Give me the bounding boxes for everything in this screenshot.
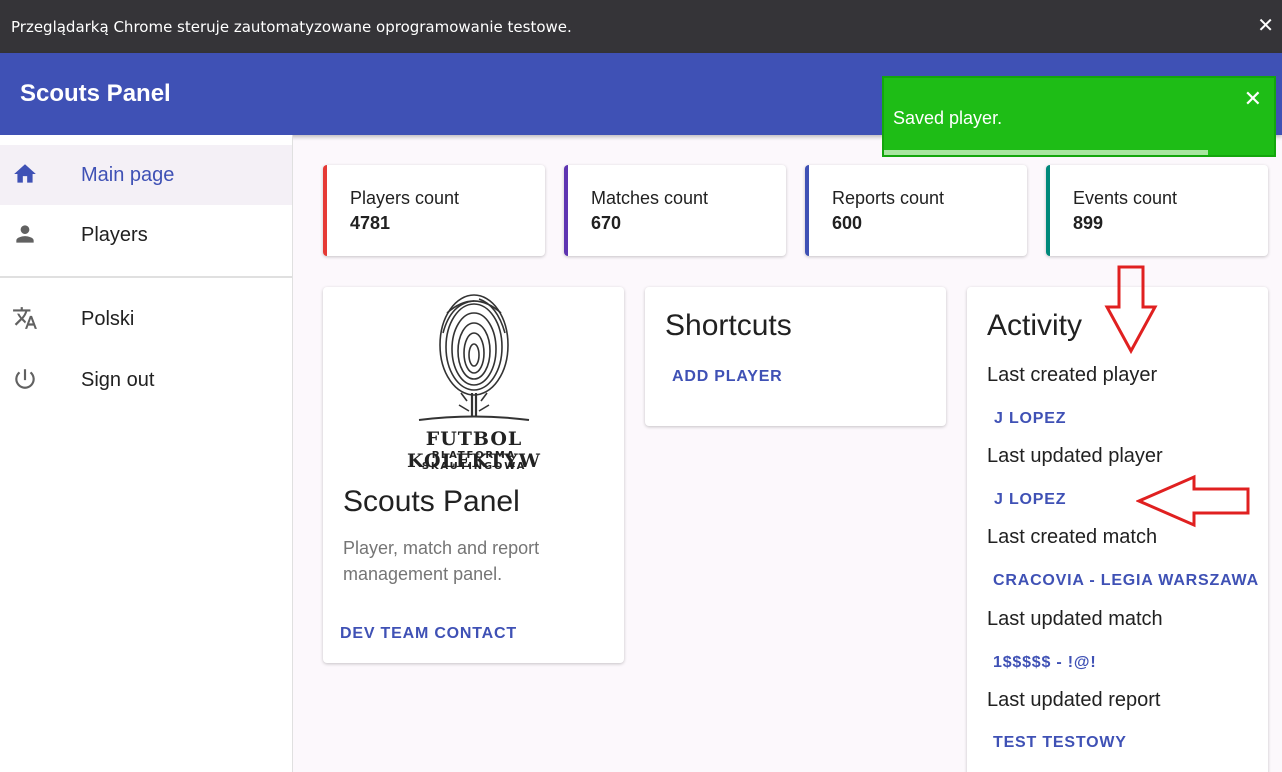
- sidebar-item-label: Polski: [81, 307, 135, 330]
- sidebar-item-label: Players: [81, 223, 148, 246]
- last-created-match-label: Last created match: [987, 526, 1158, 548]
- left-arrow-annotation-icon: [1136, 474, 1250, 528]
- last-updated-match-label: Last updated match: [987, 608, 1163, 630]
- stat-value: 4781: [350, 213, 391, 233]
- stat-value: 670: [591, 213, 622, 233]
- about-card: FUTBOL KOLEKTYW PLATFORMA SKAUTINGOWA Sc…: [323, 287, 624, 663]
- sidebar-divider: [0, 276, 292, 278]
- stat-label: Players count: [350, 188, 460, 208]
- translate-icon: [12, 305, 38, 331]
- stat-card-players: Players count 4781: [323, 165, 545, 256]
- sidebar-item-language[interactable]: Polski: [0, 289, 292, 349]
- last-updated-report-label: Last updated report: [987, 689, 1161, 711]
- saved-player-toast: Saved player. ✕: [882, 76, 1276, 157]
- app-title: Scouts Panel: [20, 80, 171, 107]
- automation-infobar: Przeglądarką Chrome steruje zautomatyzow…: [0, 0, 1282, 53]
- down-arrow-annotation-icon: [1104, 265, 1158, 355]
- activity-title: Activity: [987, 309, 1083, 342]
- stat-card-matches: Matches count 670: [564, 165, 786, 256]
- infobar-message: Przeglądarką Chrome steruje zautomatyzow…: [11, 17, 572, 36]
- stat-value: 899: [1073, 213, 1104, 233]
- stat-label: Reports count: [832, 188, 945, 208]
- stat-value: 600: [832, 213, 863, 233]
- infobar-close-icon[interactable]: ✕: [1257, 13, 1274, 37]
- last-updated-player-label: Last updated player: [987, 445, 1163, 467]
- shortcuts-card: Shortcuts ADD PLAYER: [645, 287, 946, 426]
- add-player-button[interactable]: ADD PLAYER: [672, 368, 783, 386]
- toast-progress-bar: [884, 150, 1208, 155]
- sidebar-item-sign-out[interactable]: Sign out: [0, 350, 292, 410]
- about-title: Scouts Panel: [343, 485, 520, 518]
- stat-label: Matches count: [591, 188, 709, 208]
- last-created-match-link[interactable]: CRACOVIA - LEGIA WARSZAWA: [993, 572, 1259, 590]
- dev-team-contact-button[interactable]: DEV TEAM CONTACT: [340, 625, 517, 643]
- sidebar-item-label: Main page: [81, 163, 175, 186]
- futbol-kolektyw-logo: FUTBOL KOLEKTYW PLATFORMA SKAUTINGOWA: [379, 293, 569, 472]
- sidebar-item-players[interactable]: Players: [0, 205, 292, 265]
- last-created-player-label: Last created player: [987, 364, 1158, 386]
- activity-card: Activity Last created player J LOPEZ Las…: [967, 287, 1268, 772]
- last-updated-report-link[interactable]: TEST TESTOWY: [993, 734, 1127, 752]
- about-description: Player, match and report management pane…: [343, 538, 540, 584]
- shortcuts-title: Shortcuts: [665, 309, 792, 342]
- last-updated-match-link[interactable]: 1$$$$$ - !@!: [993, 654, 1096, 672]
- fingerprint-tree-icon: [418, 294, 530, 421]
- home-icon: [12, 161, 38, 187]
- sidebar-item-label: Sign out: [81, 368, 155, 391]
- sidebar-item-main-page[interactable]: Main page: [0, 145, 292, 205]
- last-created-player-link[interactable]: J LOPEZ: [994, 410, 1066, 428]
- logo-sub-text: PLATFORMA SKAUTINGOWA: [421, 450, 527, 472]
- sidebar: Main page Players Polski Sign out: [0, 135, 293, 772]
- stat-card-events: Events count 899: [1046, 165, 1268, 256]
- toast-message: Saved player.: [893, 108, 1003, 128]
- last-updated-player-link[interactable]: J LOPEZ: [994, 491, 1066, 509]
- stat-card-reports: Reports count 600: [805, 165, 1027, 256]
- toast-close-icon[interactable]: ✕: [1244, 86, 1262, 112]
- power-icon: [12, 366, 38, 392]
- person-icon: [12, 221, 38, 247]
- stat-label: Events count: [1073, 188, 1178, 208]
